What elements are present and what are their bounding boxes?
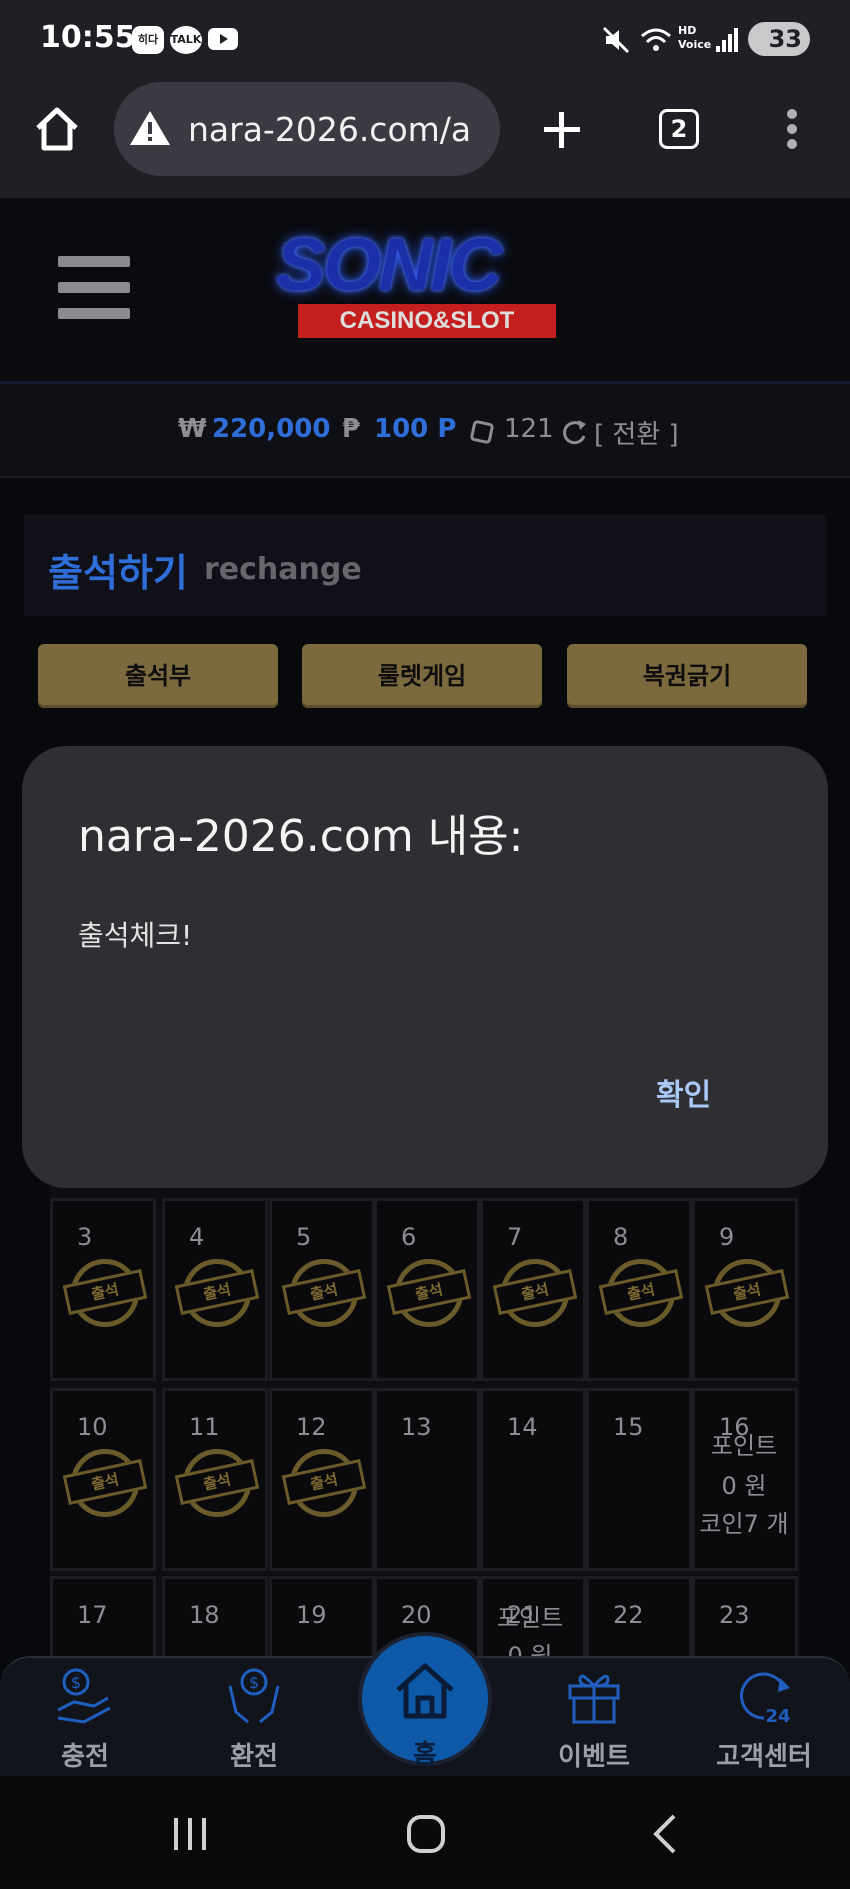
coin-icon — [470, 420, 494, 444]
calendar-day-cell: 8 출석 — [586, 1198, 692, 1381]
calendar-day-number: 6 — [401, 1223, 417, 1251]
nav-exchange-label[interactable]: 환전 — [194, 1736, 314, 1773]
home-icon[interactable] — [32, 104, 82, 154]
nav-event-label[interactable]: 이벤트 — [534, 1736, 654, 1773]
calendar-day-number: 17 — [77, 1601, 108, 1629]
recent-apps-icon[interactable] — [170, 1816, 210, 1852]
refresh-icon[interactable] — [560, 418, 588, 446]
dialog-title: nara-2026.com 내용: — [78, 811, 524, 862]
section-title: 출석하기 — [48, 551, 188, 595]
calendar-day-number: 13 — [401, 1413, 432, 1441]
wifi-icon — [641, 28, 671, 51]
svg-text:$: $ — [249, 1673, 259, 1692]
reward-label: 포인트 — [710, 1432, 778, 1460]
nav-support-label[interactable]: 고객센터 — [704, 1736, 824, 1773]
tab-roulette[interactable]: 룰렛게임 — [302, 644, 542, 708]
dialog-message: 출석체크! — [78, 919, 193, 952]
calendar-day-number: 9 — [719, 1223, 735, 1251]
won-icon: ₩ — [178, 414, 207, 444]
hamburger-line — [58, 282, 130, 293]
svg-text:24: 24 — [765, 1706, 790, 1726]
site-logo-subtext: CASINO&SLOT — [298, 304, 556, 338]
reward-point-value: 0 원 — [721, 1472, 767, 1500]
more-menu-icon[interactable] — [780, 106, 804, 152]
gift-icon[interactable] — [564, 1666, 624, 1726]
dialog-ok-button[interactable]: 확인 — [656, 1070, 711, 1114]
hamburger-line — [58, 256, 130, 267]
calendar-day-cell: 4 출석 — [162, 1198, 268, 1381]
calendar-day-cell: 6 출석 — [374, 1198, 480, 1381]
exchange-icon[interactable]: $ — [224, 1666, 284, 1726]
reward-coin-value: 코인7 개 — [699, 1510, 789, 1538]
tab-switcher-button[interactable]: 2 — [659, 109, 699, 149]
point-icon: ₱ — [342, 414, 361, 444]
warning-icon[interactable] — [128, 108, 172, 148]
app-notification-icon: 히다 — [132, 26, 164, 54]
coin-balance: 121 — [504, 414, 554, 444]
system-home-icon[interactable] — [406, 1814, 446, 1854]
charge-icon[interactable]: $ — [54, 1666, 114, 1726]
url-text[interactable]: nara-2026.com/a — [188, 110, 488, 149]
calendar-day-number: 14 — [507, 1413, 538, 1441]
calendar-day-number: 11 — [189, 1413, 220, 1441]
hd-voice-icon: HD Voice — [678, 24, 712, 51]
calendar-day-number: 5 — [296, 1223, 312, 1251]
calendar-day-cell: 10 출석 — [50, 1388, 156, 1571]
status-time: 10:55 — [40, 20, 136, 55]
signal-icon — [716, 28, 738, 52]
calendar-day-cell: 11 출석 — [162, 1388, 268, 1571]
support-24-icon[interactable]: 24 — [734, 1666, 794, 1726]
point-balance: 100 P — [374, 414, 457, 444]
calendar-day-number: 23 — [719, 1601, 750, 1629]
calendar-day-number: 15 — [613, 1413, 644, 1441]
calendar-day-number: 3 — [77, 1223, 93, 1251]
calendar-day-number: 20 — [401, 1601, 432, 1629]
calendar-day-cell: 13 — [374, 1388, 480, 1571]
calendar-day-cell: 15 — [586, 1388, 692, 1571]
nav-home-label[interactable]: 홈 — [365, 1734, 485, 1771]
site-logo[interactable]: SONIC — [276, 222, 502, 307]
cash-balance: 220,000 — [212, 414, 331, 444]
calendar-day-cell: 7 출석 — [480, 1198, 586, 1381]
calendar-day-cell: 9 출석 — [692, 1198, 798, 1381]
battery-indicator: 33 — [748, 22, 810, 56]
svg-text:$: $ — [71, 1673, 81, 1692]
new-tab-icon[interactable] — [540, 108, 584, 152]
calendar-day-cell: 12 출석 — [269, 1388, 375, 1571]
youtube-icon — [208, 28, 238, 50]
calendar-day-number: 10 — [77, 1413, 108, 1441]
calendar-day-cell: 3 출석 — [50, 1198, 156, 1381]
calendar-day-number: 7 — [507, 1223, 523, 1251]
switch-button[interactable]: [ 전환 ] — [594, 414, 679, 451]
calendar-day-cell: 5 출석 — [269, 1198, 375, 1381]
calendar-day-number: 4 — [189, 1223, 205, 1251]
section-subtitle: rechange — [204, 552, 362, 587]
calendar-day-number: 8 — [613, 1223, 629, 1251]
home-nav-icon[interactable] — [392, 1660, 458, 1722]
back-icon[interactable] — [650, 1814, 680, 1854]
calendar-day-number: 18 — [189, 1601, 220, 1629]
calendar-day-number: 22 — [613, 1601, 644, 1629]
reward-label: 포인트 — [496, 1604, 564, 1632]
calendar-day-number: 19 — [296, 1601, 327, 1629]
nav-charge-label[interactable]: 충전 — [25, 1736, 145, 1773]
tab-lottery[interactable]: 복권긁기 — [567, 644, 807, 708]
calendar-day-number: 12 — [296, 1413, 327, 1441]
talk-notification-icon: TALK — [170, 26, 202, 54]
calendar-day-cell: 14 — [480, 1388, 586, 1571]
hamburger-line — [58, 308, 130, 319]
tab-attendance[interactable]: 출석부 — [38, 644, 278, 708]
mute-icon — [602, 26, 630, 54]
